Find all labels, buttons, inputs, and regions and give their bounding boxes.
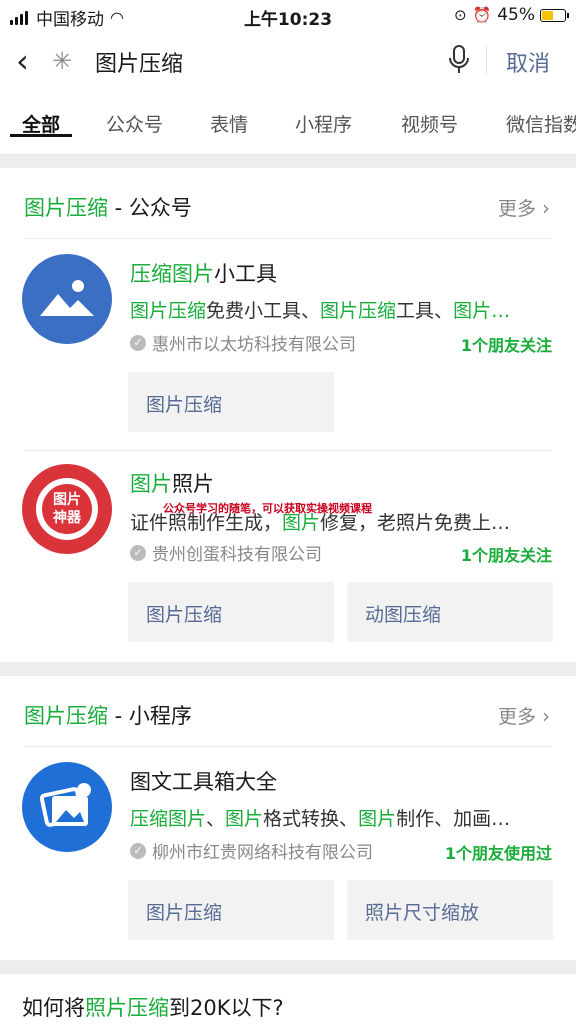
verified-icon: ✓ [130, 544, 146, 561]
filter-tabs: 全部 公众号 表情 小程序 视频号 微信指数 [0, 90, 576, 154]
friends-following: 1个朋友关注 [460, 546, 552, 565]
more-accounts-button[interactable]: 更多 › [498, 194, 550, 221]
mini-program-name[interactable]: 图文工具箱大全 [130, 766, 277, 796]
section-title: 图片压缩 - 小程序 [24, 704, 192, 728]
divider [24, 238, 552, 239]
rotation-lock-icon: ⊙ [453, 6, 467, 24]
header-divider [486, 46, 487, 74]
search-spark-icon: ✳ [52, 47, 73, 75]
mini-program-avatar[interactable] [22, 762, 112, 852]
tab-official-accounts[interactable]: 公众号 [106, 90, 163, 137]
account-description: 图片压缩免费小工具、图片压缩工具、图片… [130, 300, 511, 322]
mini-programs-section: 图片压缩 - 小程序 更多 › 图文工具箱大全 压缩图片、图片格式转换、图片制作、… [0, 676, 576, 960]
section-title: 图片压缩 - 公众号 [24, 196, 192, 220]
divider [24, 450, 552, 451]
tab-channels[interactable]: 视频号 [401, 90, 458, 137]
service-chip[interactable]: 照片尺寸缩放 [347, 880, 553, 940]
tabs-divider [0, 154, 576, 155]
back-icon[interactable]: ‹ [16, 42, 29, 80]
status-bar: 中国移动 ◠ 上午10:23 ⊙ ⏰ 45% [0, 0, 576, 32]
question-result[interactable]: 如何将照片压缩到20K以下? [22, 992, 284, 1022]
tab-mini-programs[interactable]: 小程序 [295, 90, 352, 137]
more-mini-programs-button[interactable]: 更多 › [498, 702, 550, 729]
verified-icon: ✓ [130, 842, 146, 859]
tab-all[interactable]: 全部 [9, 90, 73, 137]
account-avatar[interactable]: 图片 神器 [22, 464, 112, 554]
accounts-section: 图片压缩 - 公众号 更多 › 压缩图片小工具 图片压缩免费小工具、图片压缩工具、… [0, 168, 576, 662]
article-chip[interactable]: 图片压缩 [128, 582, 334, 642]
account-organization: ✓ 贵州创蛋科技有限公司 [130, 540, 322, 565]
account-avatar[interactable] [22, 254, 112, 344]
mini-program-organization: ✓ 柳州市红贵网络科技有限公司 [130, 838, 373, 863]
friends-following: 1个朋友关注 [460, 336, 552, 355]
chevron-right-icon: › [542, 196, 550, 220]
tab-wechat-index[interactable]: 微信指数 [506, 90, 576, 137]
friends-used: 1个朋友使用过 [444, 844, 552, 863]
avatar-label: 图片 神器 [42, 484, 92, 534]
account-organization: ✓ 惠州市以太坊科技有限公司 [130, 330, 356, 355]
photos-icon [39, 783, 91, 827]
battery-icon [540, 8, 569, 22]
account-name[interactable]: 图片照片 [130, 468, 214, 498]
divider [24, 746, 552, 747]
verified-icon: ✓ [130, 334, 146, 351]
search-header: ‹ ✳ 图片压缩 取消 [0, 32, 576, 90]
tab-stickers[interactable]: 表情 [210, 90, 248, 137]
article-chip[interactable]: 动图压缩 [347, 582, 553, 642]
mini-program-description: 压缩图片、图片格式转换、图片制作、加画… [130, 808, 511, 830]
cancel-button[interactable]: 取消 [506, 46, 550, 78]
account-name[interactable]: 压缩图片小工具 [130, 258, 277, 288]
service-chip[interactable]: 图片压缩 [128, 880, 334, 940]
microphone-icon[interactable] [448, 44, 470, 76]
image-icon [40, 280, 94, 316]
article-chip[interactable]: 图片压缩 [128, 372, 334, 432]
alarm-icon: ⏰ [472, 6, 492, 24]
search-input[interactable]: 图片压缩 [95, 46, 183, 78]
battery-percent: 45% [497, 5, 535, 25]
overlay-caption: 公众号学习的随笔，可以获取实操视频课程 [163, 502, 372, 515]
chevron-right-icon: › [542, 704, 550, 728]
